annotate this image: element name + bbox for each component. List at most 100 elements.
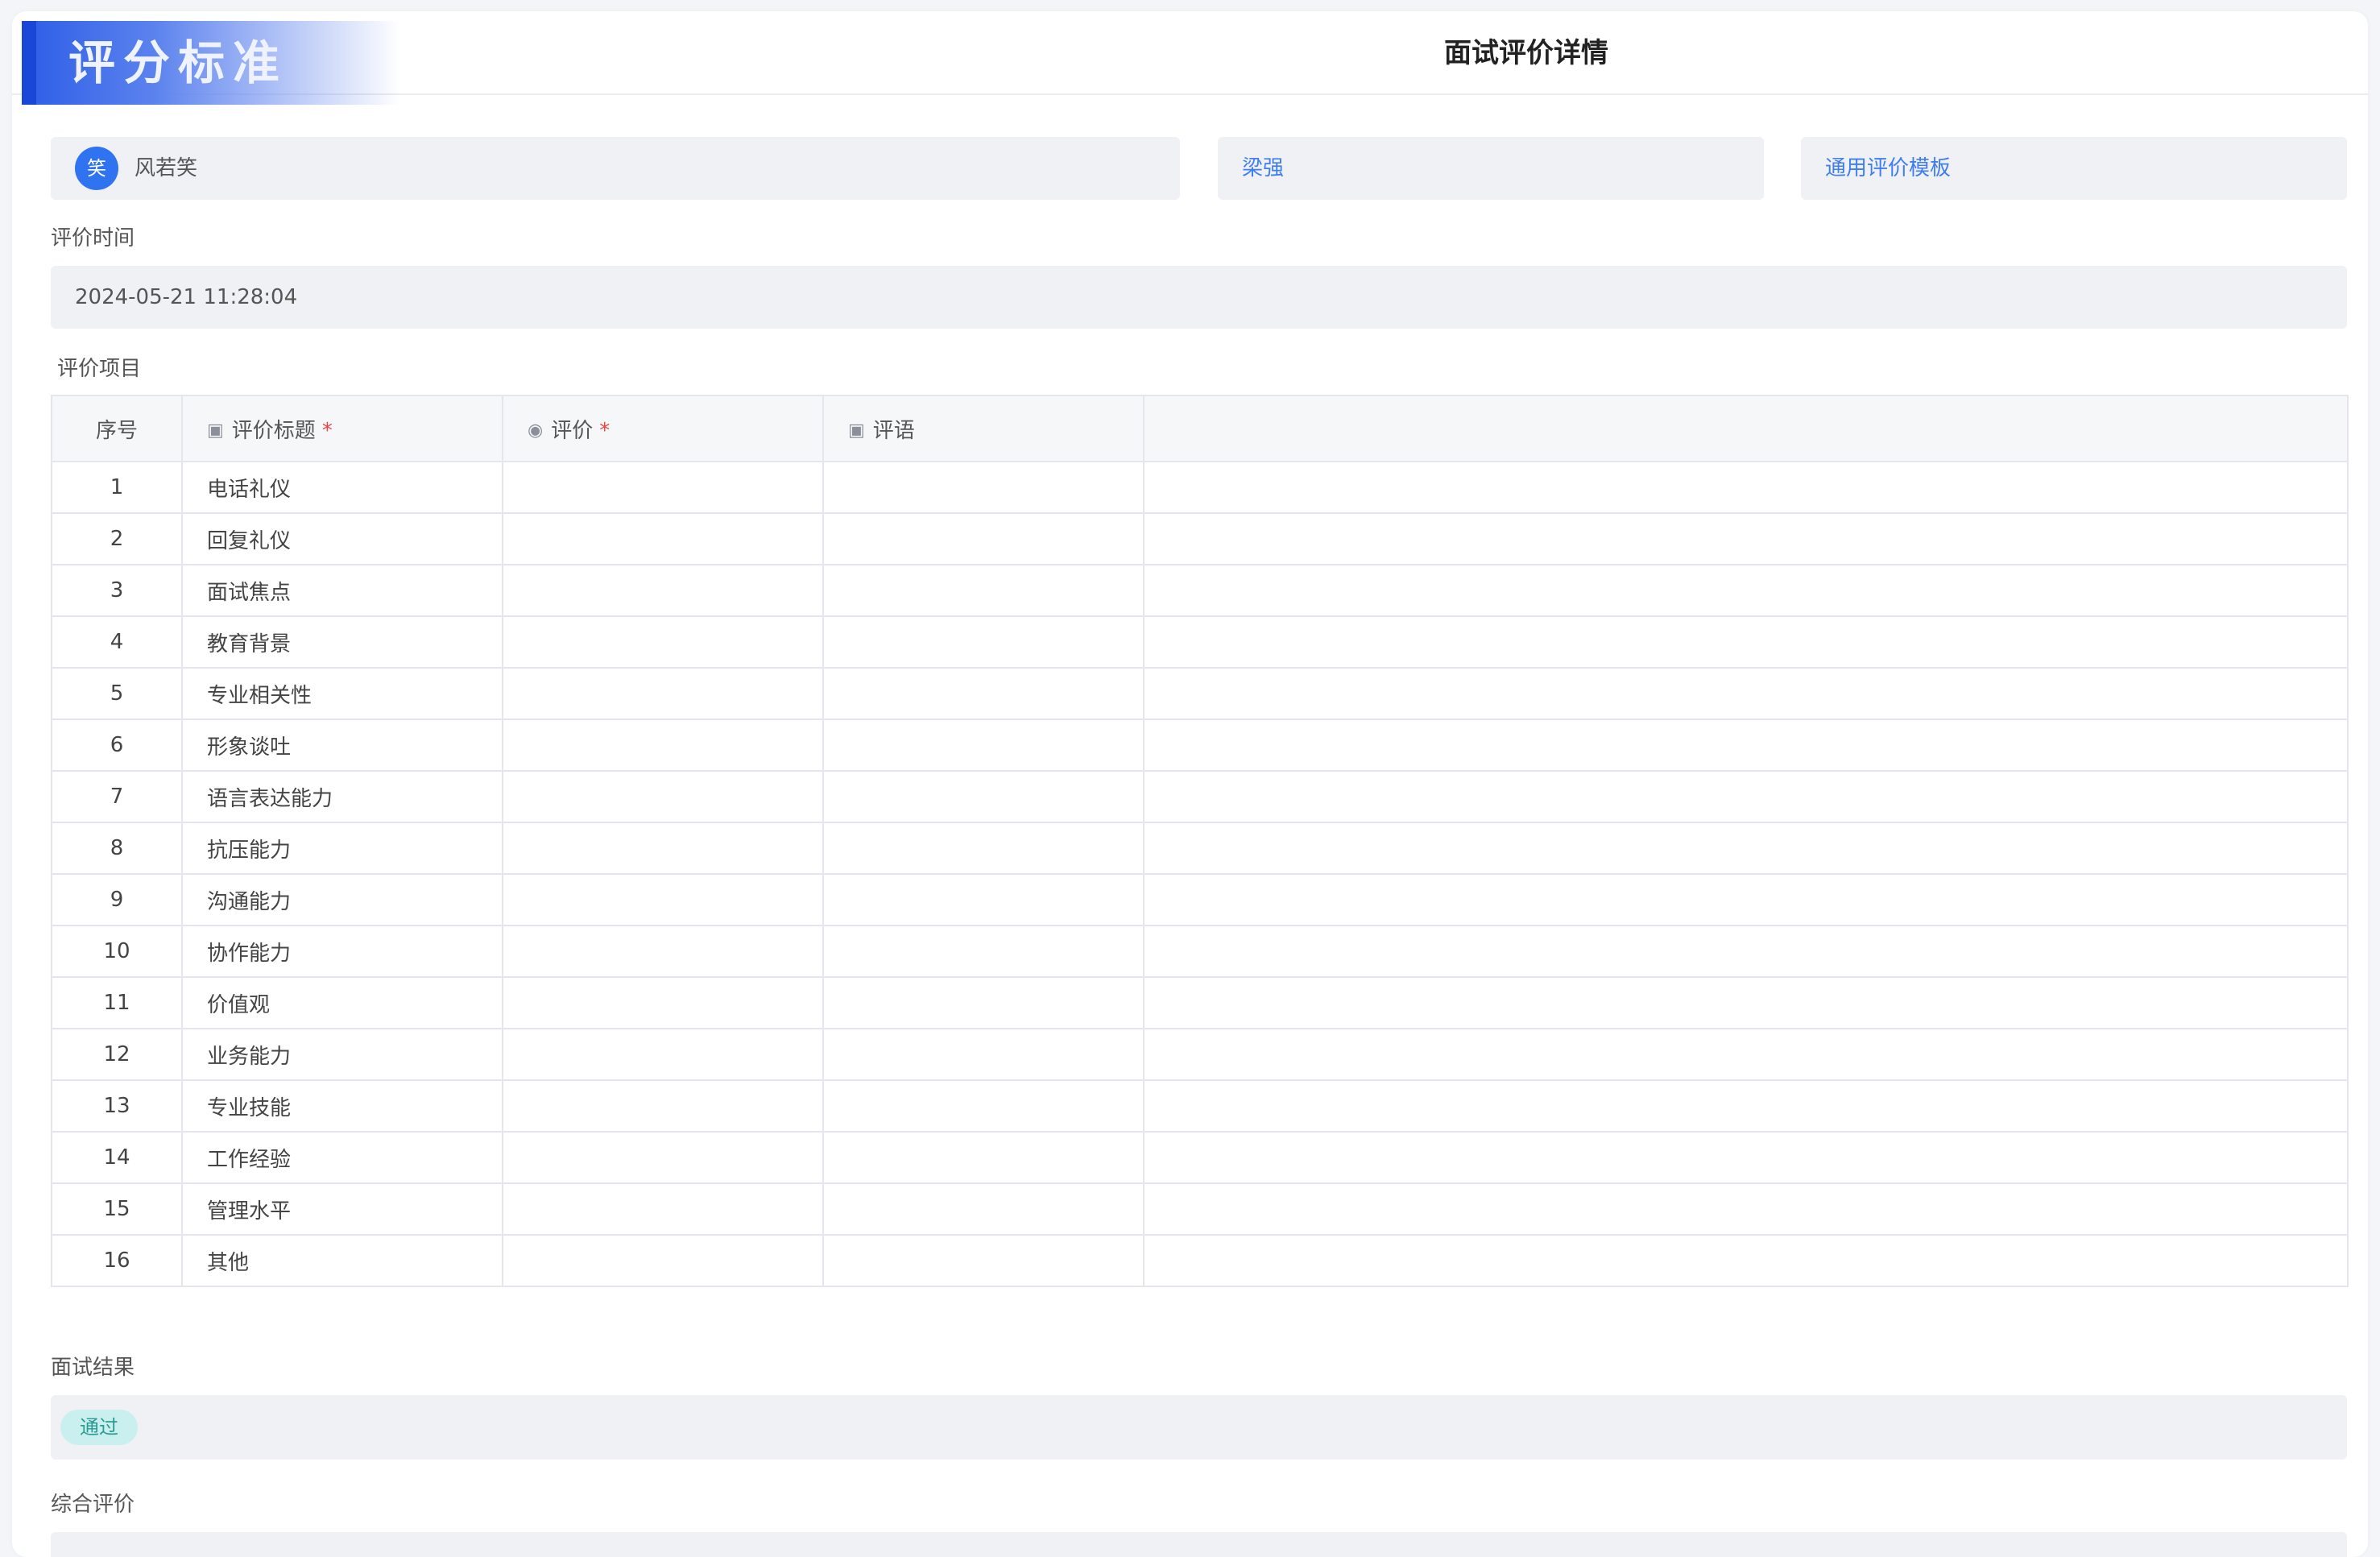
cell-index: 4 — [51, 615, 183, 669]
eval-items-table: 序号 ▣ 评价标题 * ◉ 评价 * ▣ 评语 1 电话礼仪 2 回复礼仪 3 面试焦点 4 教育背景 5… — [51, 395, 2349, 1287]
cell-index: 16 — [51, 1234, 183, 1287]
cell-title: 专业技能 — [181, 1079, 503, 1133]
cell-rating — [502, 512, 824, 565]
text-field-icon: ▣ — [848, 420, 865, 441]
table-row: 12 业务能力 — [51, 1028, 2349, 1081]
cell-title: 回复礼仪 — [181, 512, 503, 565]
cell-title: 抗压能力 — [181, 822, 503, 875]
cell-comment — [822, 1079, 1144, 1133]
cell-comment — [822, 615, 1144, 669]
cell-title: 电话礼仪 — [181, 461, 503, 514]
table-row: 13 专业技能 — [51, 1079, 2349, 1133]
table-row: 2 回复礼仪 — [51, 512, 2349, 565]
cell-comment — [822, 1182, 1144, 1236]
cell-spacer — [1143, 1182, 2349, 1236]
cell-comment — [822, 976, 1144, 1029]
cell-index: 13 — [51, 1079, 183, 1133]
cell-spacer — [1143, 667, 2349, 720]
result-field: 通过 — [51, 1395, 2347, 1460]
candidate-field: 梁强 — [1218, 137, 1764, 200]
eval-time-value: 2024-05-21 11:28:04 — [75, 285, 298, 309]
cell-title: 管理水平 — [181, 1182, 503, 1236]
template-link[interactable]: 通用评价模板 — [1825, 153, 1951, 184]
cell-comment — [822, 718, 1144, 772]
column-header-comment-label: 评语 — [872, 418, 915, 443]
column-header-index: 序号 — [51, 395, 183, 462]
table-row: 3 面试焦点 — [51, 564, 2349, 617]
cell-spacer — [1143, 1131, 2349, 1184]
cell-index: 12 — [51, 1028, 183, 1081]
brand-label: 评分标准 — [68, 35, 288, 90]
brand-accent-bar — [22, 21, 36, 105]
column-header-title-label: 评价标题 — [231, 418, 316, 443]
cell-comment — [822, 1028, 1144, 1081]
column-header-index-label: 序号 — [95, 418, 138, 443]
status-badge: 通过 — [60, 1410, 138, 1445]
required-marker: * — [599, 418, 611, 443]
interviewer-field: 笑 风若笑 — [51, 137, 1180, 200]
table-row: 5 专业相关性 — [51, 667, 2349, 720]
cell-rating — [502, 976, 824, 1029]
table-row: 8 抗压能力 — [51, 822, 2349, 875]
candidate-link[interactable]: 梁强 — [1242, 153, 1284, 184]
eval-items-label: 评价项目 — [57, 357, 142, 381]
cell-comment — [822, 873, 1144, 926]
cell-spacer — [1143, 1234, 2349, 1287]
cell-rating — [502, 564, 824, 617]
cell-rating — [502, 770, 824, 823]
cell-rating — [502, 925, 824, 978]
cell-spacer — [1143, 770, 2349, 823]
text-field-icon: ▣ — [207, 420, 224, 441]
cell-spacer — [1143, 512, 2349, 565]
result-label: 面试结果 — [51, 1356, 135, 1380]
page-title: 面试评价详情 — [1444, 37, 1608, 69]
cell-comment — [822, 512, 1144, 565]
evaluation-card: 面试评价详情 评分标准 笑 风若笑 梁强 通用评价模板 评价时间 2024-05… — [12, 11, 2368, 1557]
column-header-rating-label: 评价 — [551, 418, 594, 443]
cell-rating — [502, 873, 824, 926]
cell-spacer — [1143, 925, 2349, 978]
table-row: 11 价值观 — [51, 976, 2349, 1029]
cell-title: 工作经验 — [181, 1131, 503, 1184]
column-header-spacer — [1143, 395, 2349, 462]
cell-spacer — [1143, 873, 2349, 926]
avatar: 笑 — [75, 147, 118, 190]
column-header-comment: ▣ 评语 — [822, 395, 1144, 462]
cell-rating — [502, 1028, 824, 1081]
cell-rating — [502, 667, 824, 720]
table-row: 14 工作经验 — [51, 1131, 2349, 1184]
radio-field-icon: ◉ — [528, 420, 544, 441]
cell-index: 8 — [51, 822, 183, 875]
cell-spacer — [1143, 615, 2349, 669]
cell-rating — [502, 1131, 824, 1184]
cell-comment — [822, 461, 1144, 514]
cell-spacer — [1143, 718, 2349, 772]
cell-title: 面试焦点 — [181, 564, 503, 617]
cell-comment — [822, 1131, 1144, 1184]
cell-rating — [502, 1079, 824, 1133]
cell-title: 业务能力 — [181, 1028, 503, 1081]
overall-label: 综合评价 — [51, 1493, 135, 1517]
cell-comment — [822, 667, 1144, 720]
eval-time-field: 2024-05-21 11:28:04 — [51, 266, 2347, 329]
cell-title: 形象谈吐 — [181, 718, 503, 772]
cell-title: 其他 — [181, 1234, 503, 1287]
cell-title: 价值观 — [181, 976, 503, 1029]
table-row: 6 形象谈吐 — [51, 718, 2349, 772]
cell-comment — [822, 1234, 1144, 1287]
table-row: 15 管理水平 — [51, 1182, 2349, 1236]
cell-title: 沟通能力 — [181, 873, 503, 926]
cell-spacer — [1143, 564, 2349, 617]
cell-rating — [502, 615, 824, 669]
cell-title: 专业相关性 — [181, 667, 503, 720]
column-header-rating: ◉ 评价 * — [502, 395, 824, 462]
table-row: 4 教育背景 — [51, 615, 2349, 669]
cell-rating — [502, 822, 824, 875]
cell-spacer — [1143, 822, 2349, 875]
cell-index: 6 — [51, 718, 183, 772]
cell-index: 1 — [51, 461, 183, 514]
cell-spacer — [1143, 461, 2349, 514]
table-row: 9 沟通能力 — [51, 873, 2349, 926]
eval-time-label: 评价时间 — [51, 226, 135, 251]
cell-rating — [502, 718, 824, 772]
